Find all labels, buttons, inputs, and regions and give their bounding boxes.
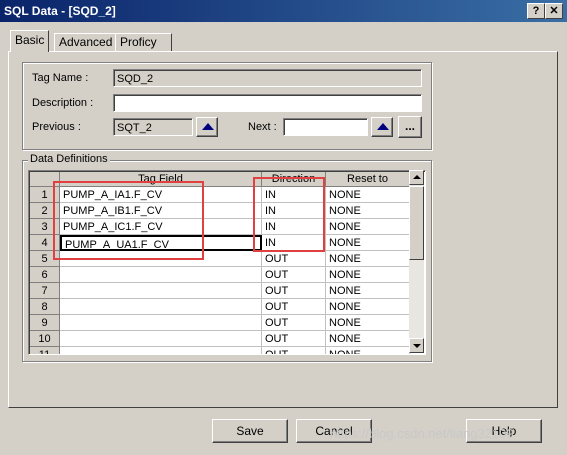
row-header[interactable]: 8 bbox=[30, 299, 60, 315]
up-arrow-icon bbox=[377, 123, 389, 130]
tab-advanced[interactable]: Advanced bbox=[54, 33, 118, 51]
scroll-down-icon bbox=[413, 344, 421, 348]
tag-field-cell[interactable] bbox=[60, 283, 262, 299]
reset-to-cell[interactable]: NONE bbox=[326, 331, 410, 347]
reset-to-cell[interactable]: NONE bbox=[326, 251, 410, 267]
window-title: SQL Data - [SQD_2] bbox=[4, 4, 116, 18]
row-header[interactable]: 9 bbox=[30, 315, 60, 331]
direction-cell[interactable]: OUT bbox=[262, 347, 326, 354]
tab-proficy-historian[interactable]: Proficy Historian bbox=[115, 33, 173, 66]
title-bar: SQL Data - [SQD_2] ? ✕ bbox=[0, 0, 567, 22]
ellipsis-button[interactable]: ... bbox=[398, 116, 422, 138]
direction-cell[interactable]: OUT bbox=[262, 267, 326, 283]
direction-cell[interactable]: OUT bbox=[262, 315, 326, 331]
tag-field-cell[interactable] bbox=[60, 331, 262, 347]
save-button[interactable]: Save bbox=[212, 419, 288, 443]
reset-to-cell[interactable]: NONE bbox=[326, 267, 410, 283]
previous-field: SQT_2 bbox=[113, 118, 193, 136]
description-label: Description : bbox=[32, 97, 94, 109]
reset-to-cell[interactable]: NONE bbox=[326, 283, 410, 299]
tab-basic[interactable]: Basic bbox=[10, 30, 50, 52]
row-header[interactable]: 6 bbox=[30, 267, 60, 283]
next-label: Next : bbox=[248, 121, 277, 133]
grid-vertical-scrollbar[interactable] bbox=[409, 170, 424, 353]
tag-field-highlight-box bbox=[53, 181, 204, 260]
scroll-up-button[interactable] bbox=[409, 170, 424, 185]
column-header-reset-to[interactable]: Reset to bbox=[326, 172, 410, 187]
tag-name-field: SQD_2 bbox=[113, 69, 422, 87]
sql-data-dialog: SQL Data - [SQD_2] ? ✕ Basic Advanced Pr… bbox=[0, 0, 567, 455]
scroll-thumb[interactable] bbox=[409, 186, 424, 260]
next-input[interactable] bbox=[283, 118, 368, 136]
up-arrow-icon bbox=[202, 123, 214, 130]
previous-label: Previous : bbox=[32, 121, 81, 133]
tag-name-label: Tag Name : bbox=[32, 72, 89, 84]
direction-cell[interactable]: OUT bbox=[262, 251, 326, 267]
tag-field-cell[interactable] bbox=[60, 267, 262, 283]
direction-cell[interactable]: OUT bbox=[262, 331, 326, 347]
watermark-text: https://blog.csdn.net/liang32109 bbox=[330, 426, 514, 441]
reset-to-cell[interactable]: NONE bbox=[326, 299, 410, 315]
reset-to-cell[interactable]: NONE bbox=[326, 347, 410, 354]
row-header[interactable]: 7 bbox=[30, 283, 60, 299]
tag-field-cell[interactable] bbox=[60, 315, 262, 331]
description-input[interactable] bbox=[113, 94, 422, 112]
reset-to-cell[interactable]: NONE bbox=[326, 219, 410, 235]
help-title-button[interactable]: ? bbox=[527, 3, 545, 19]
direction-cell[interactable]: OUT bbox=[262, 283, 326, 299]
direction-highlight-box bbox=[253, 177, 325, 252]
direction-cell[interactable]: OUT bbox=[262, 299, 326, 315]
reset-to-cell[interactable]: NONE bbox=[326, 315, 410, 331]
row-header[interactable]: 11 bbox=[30, 347, 60, 354]
reset-to-cell[interactable]: NONE bbox=[326, 187, 410, 203]
next-browse-button[interactable] bbox=[371, 117, 393, 137]
reset-to-cell[interactable]: NONE bbox=[326, 203, 410, 219]
previous-browse-button[interactable] bbox=[196, 117, 218, 137]
scroll-down-button[interactable] bbox=[409, 338, 424, 353]
reset-to-cell[interactable]: NONE bbox=[326, 235, 410, 251]
row-header[interactable]: 10 bbox=[30, 331, 60, 347]
tag-field-cell[interactable] bbox=[60, 347, 262, 354]
scroll-up-icon bbox=[413, 175, 421, 179]
data-definitions-title: Data Definitions bbox=[28, 153, 110, 165]
tag-field-cell[interactable] bbox=[60, 299, 262, 315]
close-title-button[interactable]: ✕ bbox=[545, 3, 563, 19]
